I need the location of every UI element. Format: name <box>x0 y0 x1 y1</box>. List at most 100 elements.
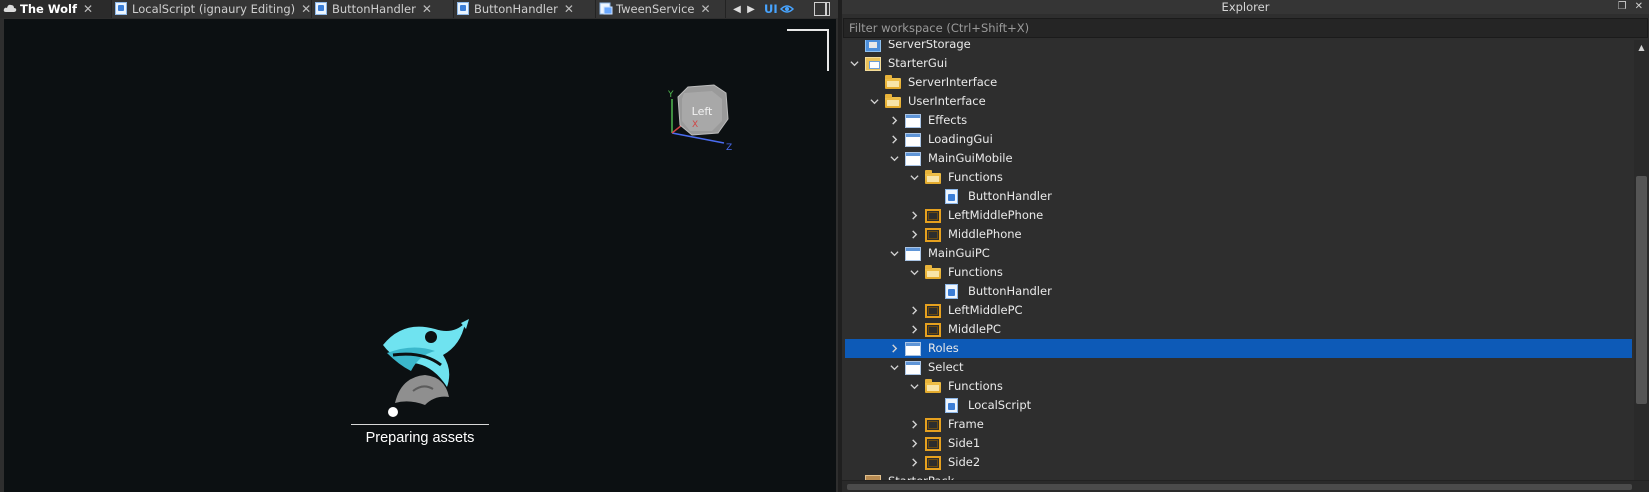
chevron-right-icon[interactable] <box>887 339 901 358</box>
tab-close-icon[interactable]: ✕ <box>564 2 574 16</box>
tab-scroll-left-button[interactable]: ◀ <box>730 0 744 18</box>
local-script-icon <box>945 284 958 299</box>
chevron-down-icon[interactable] <box>867 92 881 111</box>
document-tab[interactable]: TweenService ✕ <box>596 0 726 18</box>
view-cube[interactable]: Left Y X Z <box>662 71 742 171</box>
chevron-down-icon[interactable] <box>887 149 901 168</box>
tab-close-icon[interactable]: ✕ <box>301 2 311 16</box>
explorer-item-leftmiddlephone[interactable]: LeftMiddlePhone <box>845 206 1632 225</box>
explorer-item-label: StarterGui <box>888 56 948 70</box>
document-tab[interactable]: LocalScript (ignaury Editing) ✕ <box>112 0 312 18</box>
tab-label: ButtonHandler <box>474 2 558 16</box>
explorer-item-side2[interactable]: Side2 <box>845 453 1632 472</box>
chevron-down-icon[interactable] <box>907 377 921 396</box>
scroll-up-arrow-icon[interactable]: ▲ <box>1634 40 1649 54</box>
explorer-vertical-scrollbar[interactable]: ▲ <box>1634 40 1649 480</box>
document-tab[interactable]: ButtonHandler ✕ <box>312 0 454 18</box>
tab-label: TweenService <box>616 2 695 16</box>
folder-icon <box>925 170 941 184</box>
local-script-icon <box>457 2 470 15</box>
local-script-icon <box>945 398 958 413</box>
frame-icon <box>925 437 941 451</box>
explorer-item-select[interactable]: Select <box>845 358 1632 377</box>
loading-progress-line <box>351 424 489 425</box>
explorer-item-buttonhandler[interactable]: ButtonHandler <box>845 282 1632 301</box>
explorer-item-label: ServerStorage <box>888 40 971 51</box>
chevron-right-icon[interactable] <box>887 130 901 149</box>
explorer-item-middlepc[interactable]: MiddlePC <box>845 320 1632 339</box>
folder-icon <box>885 75 901 89</box>
folder-icon <box>925 379 941 393</box>
explorer-item-functions[interactable]: Functions <box>845 168 1632 187</box>
chevron-down-icon[interactable] <box>847 54 861 73</box>
scrollbar-thumb[interactable] <box>1636 176 1647 404</box>
explorer-item-effects[interactable]: Effects <box>845 111 1632 130</box>
screen-gui-icon <box>905 133 921 147</box>
document-tab[interactable]: ButtonHandler ✕ <box>454 0 596 18</box>
tab-label: LocalScript (ignaury Editing) <box>132 2 296 16</box>
explorer-item-label: ServerInterface <box>908 75 998 89</box>
explorer-item-side1[interactable]: Side1 <box>845 434 1632 453</box>
chevron-right-icon[interactable] <box>907 415 921 434</box>
tab-close-icon[interactable]: ✕ <box>700 2 710 16</box>
frame-icon <box>925 209 941 223</box>
3d-viewport[interactable]: Left Y X Z Preparing assets <box>4 19 836 492</box>
chevron-right-icon[interactable] <box>907 225 921 244</box>
screen-gui-icon <box>905 361 921 375</box>
frame-icon <box>925 323 941 337</box>
document-tab[interactable]: The Wolf ✕ <box>0 0 112 18</box>
explorer-item-label: ButtonHandler <box>968 189 1052 203</box>
explorer-item-leftmiddlepc[interactable]: LeftMiddlePC <box>845 301 1632 320</box>
cloud-icon <box>3 2 17 15</box>
explorer-item-roles[interactable]: Roles <box>845 339 1632 358</box>
tab-close-icon[interactable]: ✕ <box>83 2 93 16</box>
explorer-item-serverinterface[interactable]: ServerInterface <box>845 73 1632 92</box>
studio-window: The Wolf ✕ LocalScript (ignaury Editing) ✕ B… <box>0 0 1649 492</box>
explorer-item-serverstorage[interactable]: ServerStorage <box>845 40 1632 54</box>
folder-icon <box>925 265 941 279</box>
explorer-item-middlephone[interactable]: MiddlePhone <box>845 225 1632 244</box>
filter-workspace-field[interactable] <box>843 18 1648 38</box>
restore-window-icon[interactable]: ❐ <box>1618 0 1627 14</box>
chevron-right-icon[interactable] <box>887 111 901 130</box>
explorer-item-buttonhandler[interactable]: ButtonHandler <box>845 187 1632 206</box>
explorer-item-functions[interactable]: Functions <box>845 263 1632 282</box>
explorer-item-startergui[interactable]: StarterGui <box>845 54 1632 73</box>
chevron-right-icon[interactable] <box>907 453 921 472</box>
loading-status-text: Preparing assets <box>365 430 475 446</box>
explorer-item-mainguimobile[interactable]: MainGuiMobile <box>845 149 1632 168</box>
chevron-right-icon[interactable] <box>907 301 921 320</box>
explorer-panel: Explorer ❐ ✕ ServerStorageStarterGuiServ… <box>842 0 1649 492</box>
horizontal-scrollbar-thumb[interactable] <box>847 484 1632 490</box>
chevron-down-icon[interactable] <box>907 168 921 187</box>
local-script-icon <box>315 2 328 15</box>
explorer-item-functions[interactable]: Functions <box>845 377 1632 396</box>
frame-icon <box>925 418 941 432</box>
screen-gui-icon <box>905 114 921 128</box>
explorer-item-label: Functions <box>948 170 1003 184</box>
chevron-down-icon[interactable] <box>887 244 901 263</box>
filter-workspace-input[interactable] <box>844 19 1647 37</box>
explorer-item-label: UserInterface <box>908 94 986 108</box>
ui-visibility-toggle[interactable]: UI <box>764 2 794 16</box>
local-script-icon <box>945 189 958 204</box>
folder-icon <box>885 94 901 108</box>
explorer-item-mainguipc[interactable]: MainGuiPC <box>845 244 1632 263</box>
chevron-right-icon[interactable] <box>907 434 921 453</box>
panel-layout-icon[interactable] <box>813 2 830 16</box>
tab-scroll-right-button[interactable]: ▶ <box>744 0 758 18</box>
game-logo <box>383 319 469 405</box>
tab-close-icon[interactable]: ✕ <box>422 2 432 16</box>
chevron-down-icon[interactable] <box>887 358 901 377</box>
close-panel-icon[interactable]: ✕ <box>1635 0 1643 14</box>
chevron-right-icon[interactable] <box>907 206 921 225</box>
explorer-horizontal-scrollbar[interactable] <box>842 480 1649 492</box>
explorer-item-frame[interactable]: Frame <box>845 415 1632 434</box>
chevron-right-icon[interactable] <box>907 320 921 339</box>
screen-gui-icon <box>905 152 921 166</box>
module-script-icon <box>599 2 613 15</box>
explorer-item-loadinggui[interactable]: LoadingGui <box>845 130 1632 149</box>
explorer-item-localscript[interactable]: LocalScript <box>845 396 1632 415</box>
explorer-item-userinterface[interactable]: UserInterface <box>845 92 1632 111</box>
chevron-down-icon[interactable] <box>907 263 921 282</box>
